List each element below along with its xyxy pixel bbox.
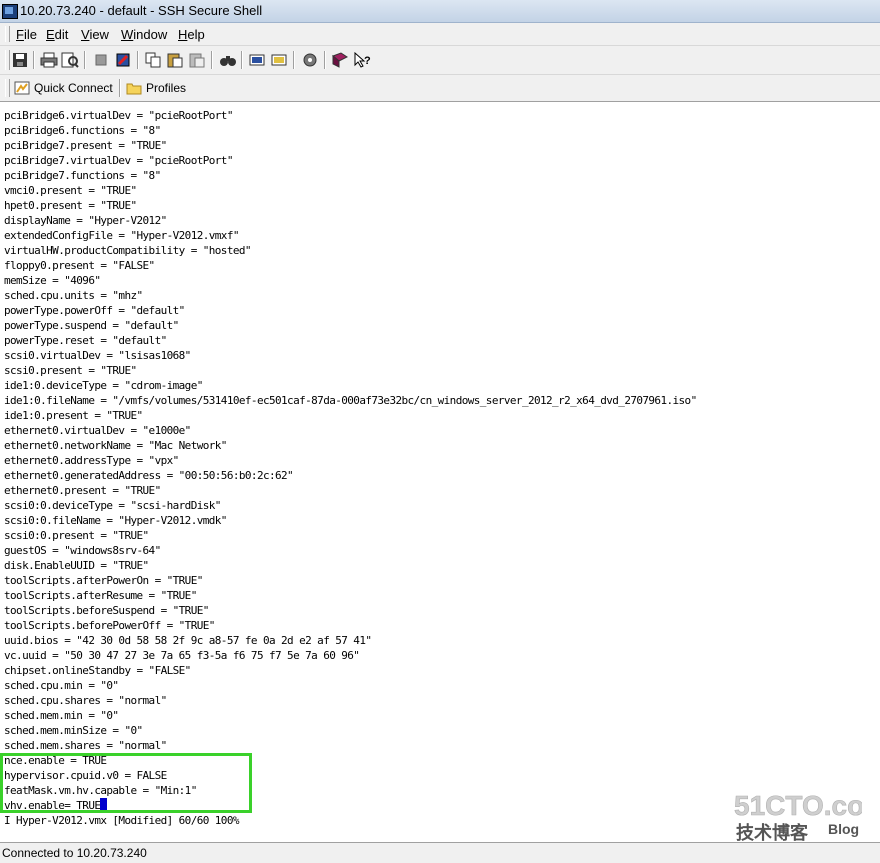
terminal-line: toolScripts.afterResume = "TRUE"	[4, 589, 197, 602]
help-icon[interactable]	[331, 51, 349, 69]
terminal-line: hpet0.present = "TRUE"	[4, 199, 137, 212]
terminal-line: sched.mem.minSize = "0"	[4, 724, 143, 737]
terminal-line: sched.mem.shares = "normal"	[4, 739, 167, 752]
terminal-line: pciBridge6.functions = "8"	[4, 124, 161, 137]
quick-connect-label: Quick Connect	[34, 81, 113, 95]
new-terminal-icon[interactable]	[248, 51, 266, 69]
terminal-line: pciBridge6.virtualDev = "pcieRootPort"	[4, 109, 233, 122]
toolbar-grip[interactable]	[5, 50, 10, 70]
save-icon[interactable]	[11, 51, 29, 69]
paste-icon[interactable]	[166, 51, 184, 69]
print-preview-icon[interactable]	[61, 51, 79, 69]
terminal-line: ide1:0.present = "TRUE"	[4, 409, 143, 422]
watermark-blog: Blog	[828, 821, 859, 837]
toolbar: ?	[0, 46, 880, 75]
print-icon[interactable]	[40, 51, 58, 69]
folder-icon	[126, 83, 142, 95]
terminal-line: ethernet0.networkName = "Mac Network"	[4, 439, 227, 452]
toolbar-separator	[324, 51, 326, 69]
terminal-line: ethernet0.virtualDev = "e1000e"	[4, 424, 191, 437]
new-file-transfer-icon[interactable]	[270, 51, 288, 69]
terminal-output[interactable]: pciBridge6.virtualDev = "pcieRootPort" pc…	[0, 103, 880, 841]
context-help-icon[interactable]: ?	[353, 51, 371, 69]
terminal-line: ethernet0.generatedAddress = "00:50:56:b…	[4, 469, 294, 482]
terminal-line: scsi0.present = "TRUE"	[4, 364, 137, 377]
terminal-line: ide1:0.deviceType = "cdrom-image"	[4, 379, 203, 392]
window-title: 10.20.73.240 - default - SSH Secure Shel…	[20, 3, 263, 18]
find-icon[interactable]	[219, 51, 237, 69]
terminal-line: vc.uuid = "50 30 47 27 3e 7a 65 f3-5a f6…	[4, 649, 360, 662]
quick-connect-icon	[14, 81, 30, 95]
terminal-line: memSize = "4096"	[4, 274, 101, 287]
watermark-51cto: 51CTO.com 技术博客 Blog	[734, 790, 862, 844]
terminal-line: virtualHW.productCompatibility = "hosted…	[4, 244, 252, 257]
watermark-subtitle: 技术博客	[736, 822, 809, 844]
paste-special-icon[interactable]	[188, 51, 206, 69]
connect-icon[interactable]	[114, 51, 132, 69]
profiles-label: Profiles	[146, 81, 187, 95]
terminal-line: sched.cpu.min = "0"	[4, 679, 119, 692]
terminal-line: pciBridge7.virtualDev = "pcieRootPort"	[4, 154, 233, 167]
terminal-line: scsi0.virtualDev = "lsisas1068"	[4, 349, 191, 362]
svg-text:?: ?	[364, 55, 371, 67]
menu-edit[interactable]: Edit	[46, 27, 68, 42]
quick-connect-button[interactable]: Quick Connect	[14, 80, 113, 96]
terminal-line: floppy0.present = "FALSE"	[4, 259, 155, 272]
menu-view[interactable]: View	[81, 27, 109, 42]
window-title-bar: 10.20.73.240 - default - SSH Secure Shel…	[0, 0, 880, 23]
terminal-line: scsi0:0.deviceType = "scsi-hardDisk"	[4, 499, 221, 512]
menubar-grip[interactable]	[5, 26, 10, 42]
watermark-brand: 51CTO.com	[734, 790, 862, 821]
terminal-line: guestOS = "windows8srv-64"	[4, 544, 161, 557]
toolbar-separator	[33, 51, 35, 69]
terminal-line: sched.cpu.units = "mhz"	[4, 289, 143, 302]
menu-window[interactable]: Window	[121, 27, 167, 42]
terminal-line: sched.cpu.shares = "normal"	[4, 694, 167, 707]
terminal-line: powerType.reset = "default"	[4, 334, 167, 347]
terminal-line: scsi0:0.fileName = "Hyper-V2012.vmdk"	[4, 514, 227, 527]
status-bar: Connected to 10.20.73.240	[0, 842, 880, 863]
ssh-app-icon[interactable]	[2, 4, 18, 19]
menu-file[interactable]: File	[16, 27, 37, 42]
toolbar-separator	[293, 51, 295, 69]
terminal-line: pciBridge7.present = "TRUE"	[4, 139, 167, 152]
toolbar-separator	[241, 51, 243, 69]
terminal-line: powerType.powerOff = "default"	[4, 304, 185, 317]
connection-status: Connected to 10.20.73.240	[2, 846, 147, 860]
toolbar-separator	[84, 51, 86, 69]
terminal-line: displayName = "Hyper-V2012"	[4, 214, 167, 227]
copy-icon[interactable]	[144, 51, 162, 69]
terminal-line: I Hyper-V2012.vmx [Modified] 60/60 100%	[4, 814, 239, 827]
toolbar-separator	[137, 51, 139, 69]
terminal-line: disk.EnableUUID = "TRUE"	[4, 559, 149, 572]
toolbar-separator	[211, 51, 213, 69]
terminal-line: scsi0:0.present = "TRUE"	[4, 529, 149, 542]
highlight-box	[0, 753, 252, 813]
terminal-line: ethernet0.addressType = "vpx"	[4, 454, 179, 467]
terminal-line: vmci0.present = "TRUE"	[4, 184, 137, 197]
menu-bar: File Edit View Window Help	[0, 23, 880, 46]
terminal-line: pciBridge7.functions = "8"	[4, 169, 161, 182]
terminal-line: extendedConfigFile = "Hyper-V2012.vmxf"	[4, 229, 239, 242]
terminal-line: chipset.onlineStandby = "FALSE"	[4, 664, 191, 677]
quick-connect-bar: Quick Connect Profiles	[0, 75, 880, 102]
terminal-line: toolScripts.beforeSuspend = "TRUE"	[4, 604, 209, 617]
terminal-line: powerType.suspend = "default"	[4, 319, 179, 332]
terminal-line: uuid.bios = "42 30 0d 58 58 2f 9c a8-57 …	[4, 634, 372, 647]
terminal-line: ide1:0.fileName = "/vmfs/volumes/531410e…	[4, 394, 697, 407]
terminal-line: sched.mem.min = "0"	[4, 709, 119, 722]
terminal-line: toolScripts.afterPowerOn = "TRUE"	[4, 574, 203, 587]
settings-icon[interactable]	[301, 51, 319, 69]
terminal-line: ethernet0.present = "TRUE"	[4, 484, 161, 497]
profiles-button[interactable]: Profiles	[126, 80, 186, 96]
menu-help[interactable]: Help	[178, 27, 205, 42]
quickbar-grip[interactable]	[5, 79, 10, 97]
disconnect-icon[interactable]	[92, 51, 110, 69]
toolbar-separator	[119, 79, 121, 97]
terminal-line: toolScripts.beforePowerOff = "TRUE"	[4, 619, 215, 632]
